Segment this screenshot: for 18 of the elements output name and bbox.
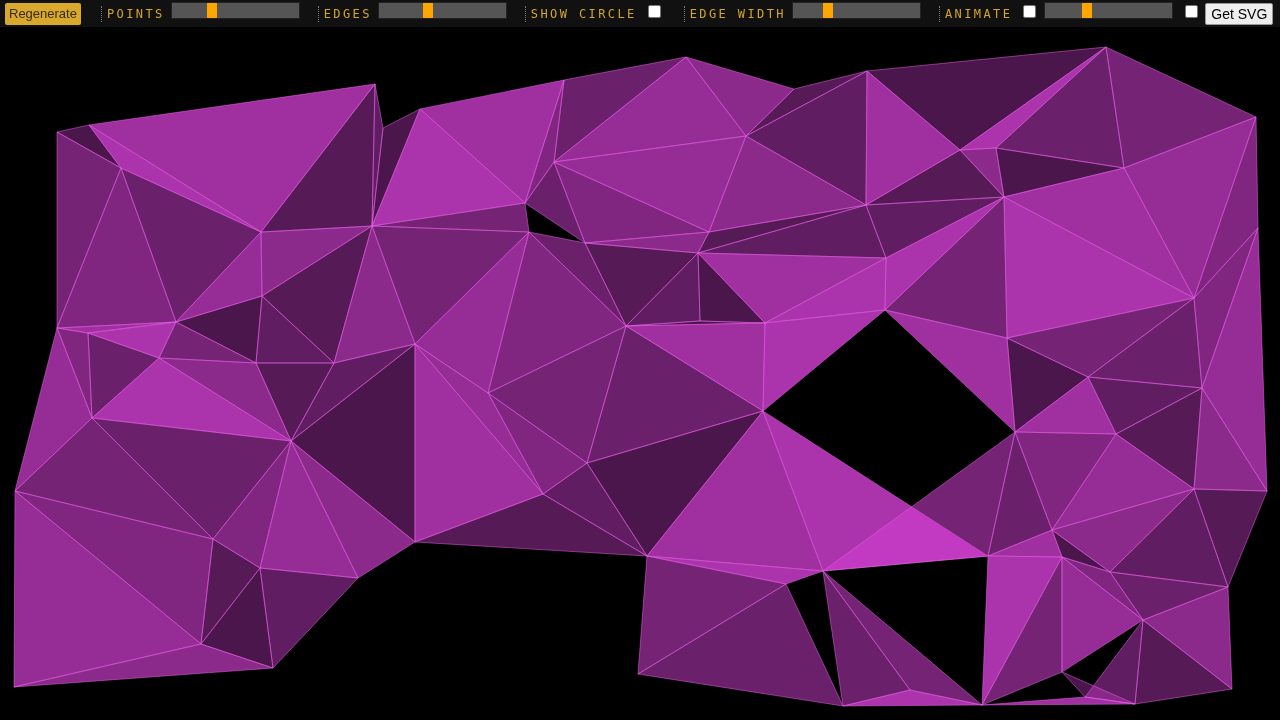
checkbox[interactable]: [647, 5, 661, 18]
get-svg-button[interactable]: Get SVG: [1205, 2, 1274, 25]
slider-track[interactable]: [791, 2, 921, 19]
control-label: POINTS: [106, 6, 165, 21]
slider-track[interactable]: [1044, 2, 1174, 19]
control-label: ANIMATE: [944, 6, 1013, 21]
slider-thumb[interactable]: [422, 3, 433, 18]
checkbox[interactable]: [1023, 5, 1037, 18]
regenerate-button[interactable]: Regenerate: [5, 2, 81, 25]
slider-track[interactable]: [377, 2, 507, 19]
checkbox[interactable]: [1185, 5, 1199, 18]
slider-thumb[interactable]: [207, 3, 218, 18]
slider-thumb[interactable]: [822, 3, 833, 18]
control-label: EDGE WIDTH: [689, 6, 786, 21]
control-label: EDGES: [323, 6, 372, 21]
slider-thumb[interactable]: [1082, 3, 1093, 18]
slider-track[interactable]: [170, 2, 300, 19]
control-label: SHOW CIRCLE: [530, 6, 637, 21]
